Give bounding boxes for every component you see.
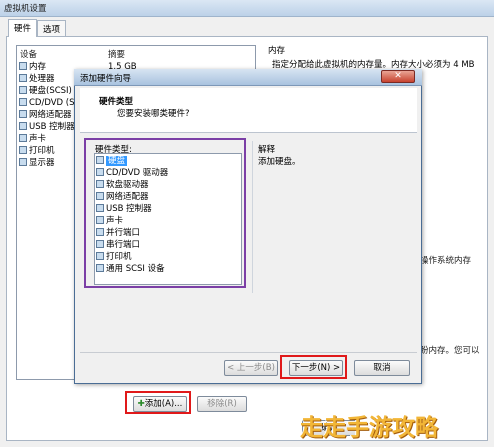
device-item-memory[interactable]: 内存: [19, 61, 46, 73]
device-label: 内存: [29, 62, 47, 72]
memory-group-title: 内存: [268, 46, 286, 56]
device-label: 声卡: [29, 134, 47, 144]
cancel-button[interactable]: 取消: [354, 360, 410, 376]
device-label: 打印机: [29, 146, 55, 156]
window-title: 虚拟机设置: [0, 0, 494, 17]
device-column-header[interactable]: 设备: [20, 48, 37, 60]
device-label: 网络适配器: [29, 110, 72, 120]
device-item-sound[interactable]: 声卡: [19, 133, 46, 145]
device-item-cd-dvd[interactable]: CD/DVD (S: [19, 97, 75, 109]
explanation-text: 添加硬盘。: [258, 157, 301, 167]
sound-card-icon: [19, 134, 27, 142]
device-item-printer[interactable]: 打印机: [19, 145, 55, 157]
add-button-highlight: [125, 391, 191, 414]
network-adapter-icon: [19, 110, 27, 118]
os-memory-label: 操作系统内存: [420, 256, 472, 266]
cd-dvd-icon: [19, 98, 27, 106]
device-label: CD/DVD (S: [29, 98, 75, 108]
tab-hardware[interactable]: 硬件: [8, 19, 38, 37]
summary-column-header[interactable]: 摘要: [108, 48, 125, 60]
next-button-highlight: [280, 355, 347, 379]
hard-disk-icon: [19, 86, 27, 94]
device-item-network[interactable]: 网络适配器: [19, 109, 72, 121]
device-label: USB 控制器: [29, 122, 75, 132]
device-item-usb[interactable]: USB 控制器: [19, 121, 75, 133]
usb-icon: [19, 122, 27, 130]
monitor-icon: [19, 158, 27, 166]
device-label: 处理器: [29, 74, 55, 84]
tab-options[interactable]: 选项: [37, 20, 67, 36]
close-icon: ✕: [394, 71, 402, 81]
explanation-label: 解释: [258, 145, 276, 155]
cpu-icon: [19, 74, 27, 82]
type-list-highlight: [84, 138, 246, 288]
wizard-separator: [80, 352, 417, 353]
remove-hardware-button[interactable]: 移除(R): [197, 396, 247, 412]
back-button[interactable]: < 上一步(B): [224, 360, 278, 376]
memory-icon: [19, 62, 27, 70]
wizard-subheading: 您要安装哪类硬件?: [117, 109, 190, 119]
device-label: 硬盘(SCSI): [29, 86, 72, 96]
device-label: 显示器: [29, 158, 55, 168]
wizard-heading: 硬件类型: [99, 97, 134, 107]
printer-icon: [19, 146, 27, 154]
close-button[interactable]: ✕: [381, 70, 415, 83]
memory-hint-text: 盼内存。您可以: [420, 346, 480, 356]
device-item-hard-disk[interactable]: 硬盘(SCSI): [19, 85, 72, 97]
wizard-title: 添加硬件向导: [80, 74, 132, 84]
device-item-monitor[interactable]: 显示器: [19, 157, 55, 169]
device-item-cpu[interactable]: 处理器: [19, 73, 55, 85]
watermark-text: 走走手游攻略: [300, 415, 438, 441]
